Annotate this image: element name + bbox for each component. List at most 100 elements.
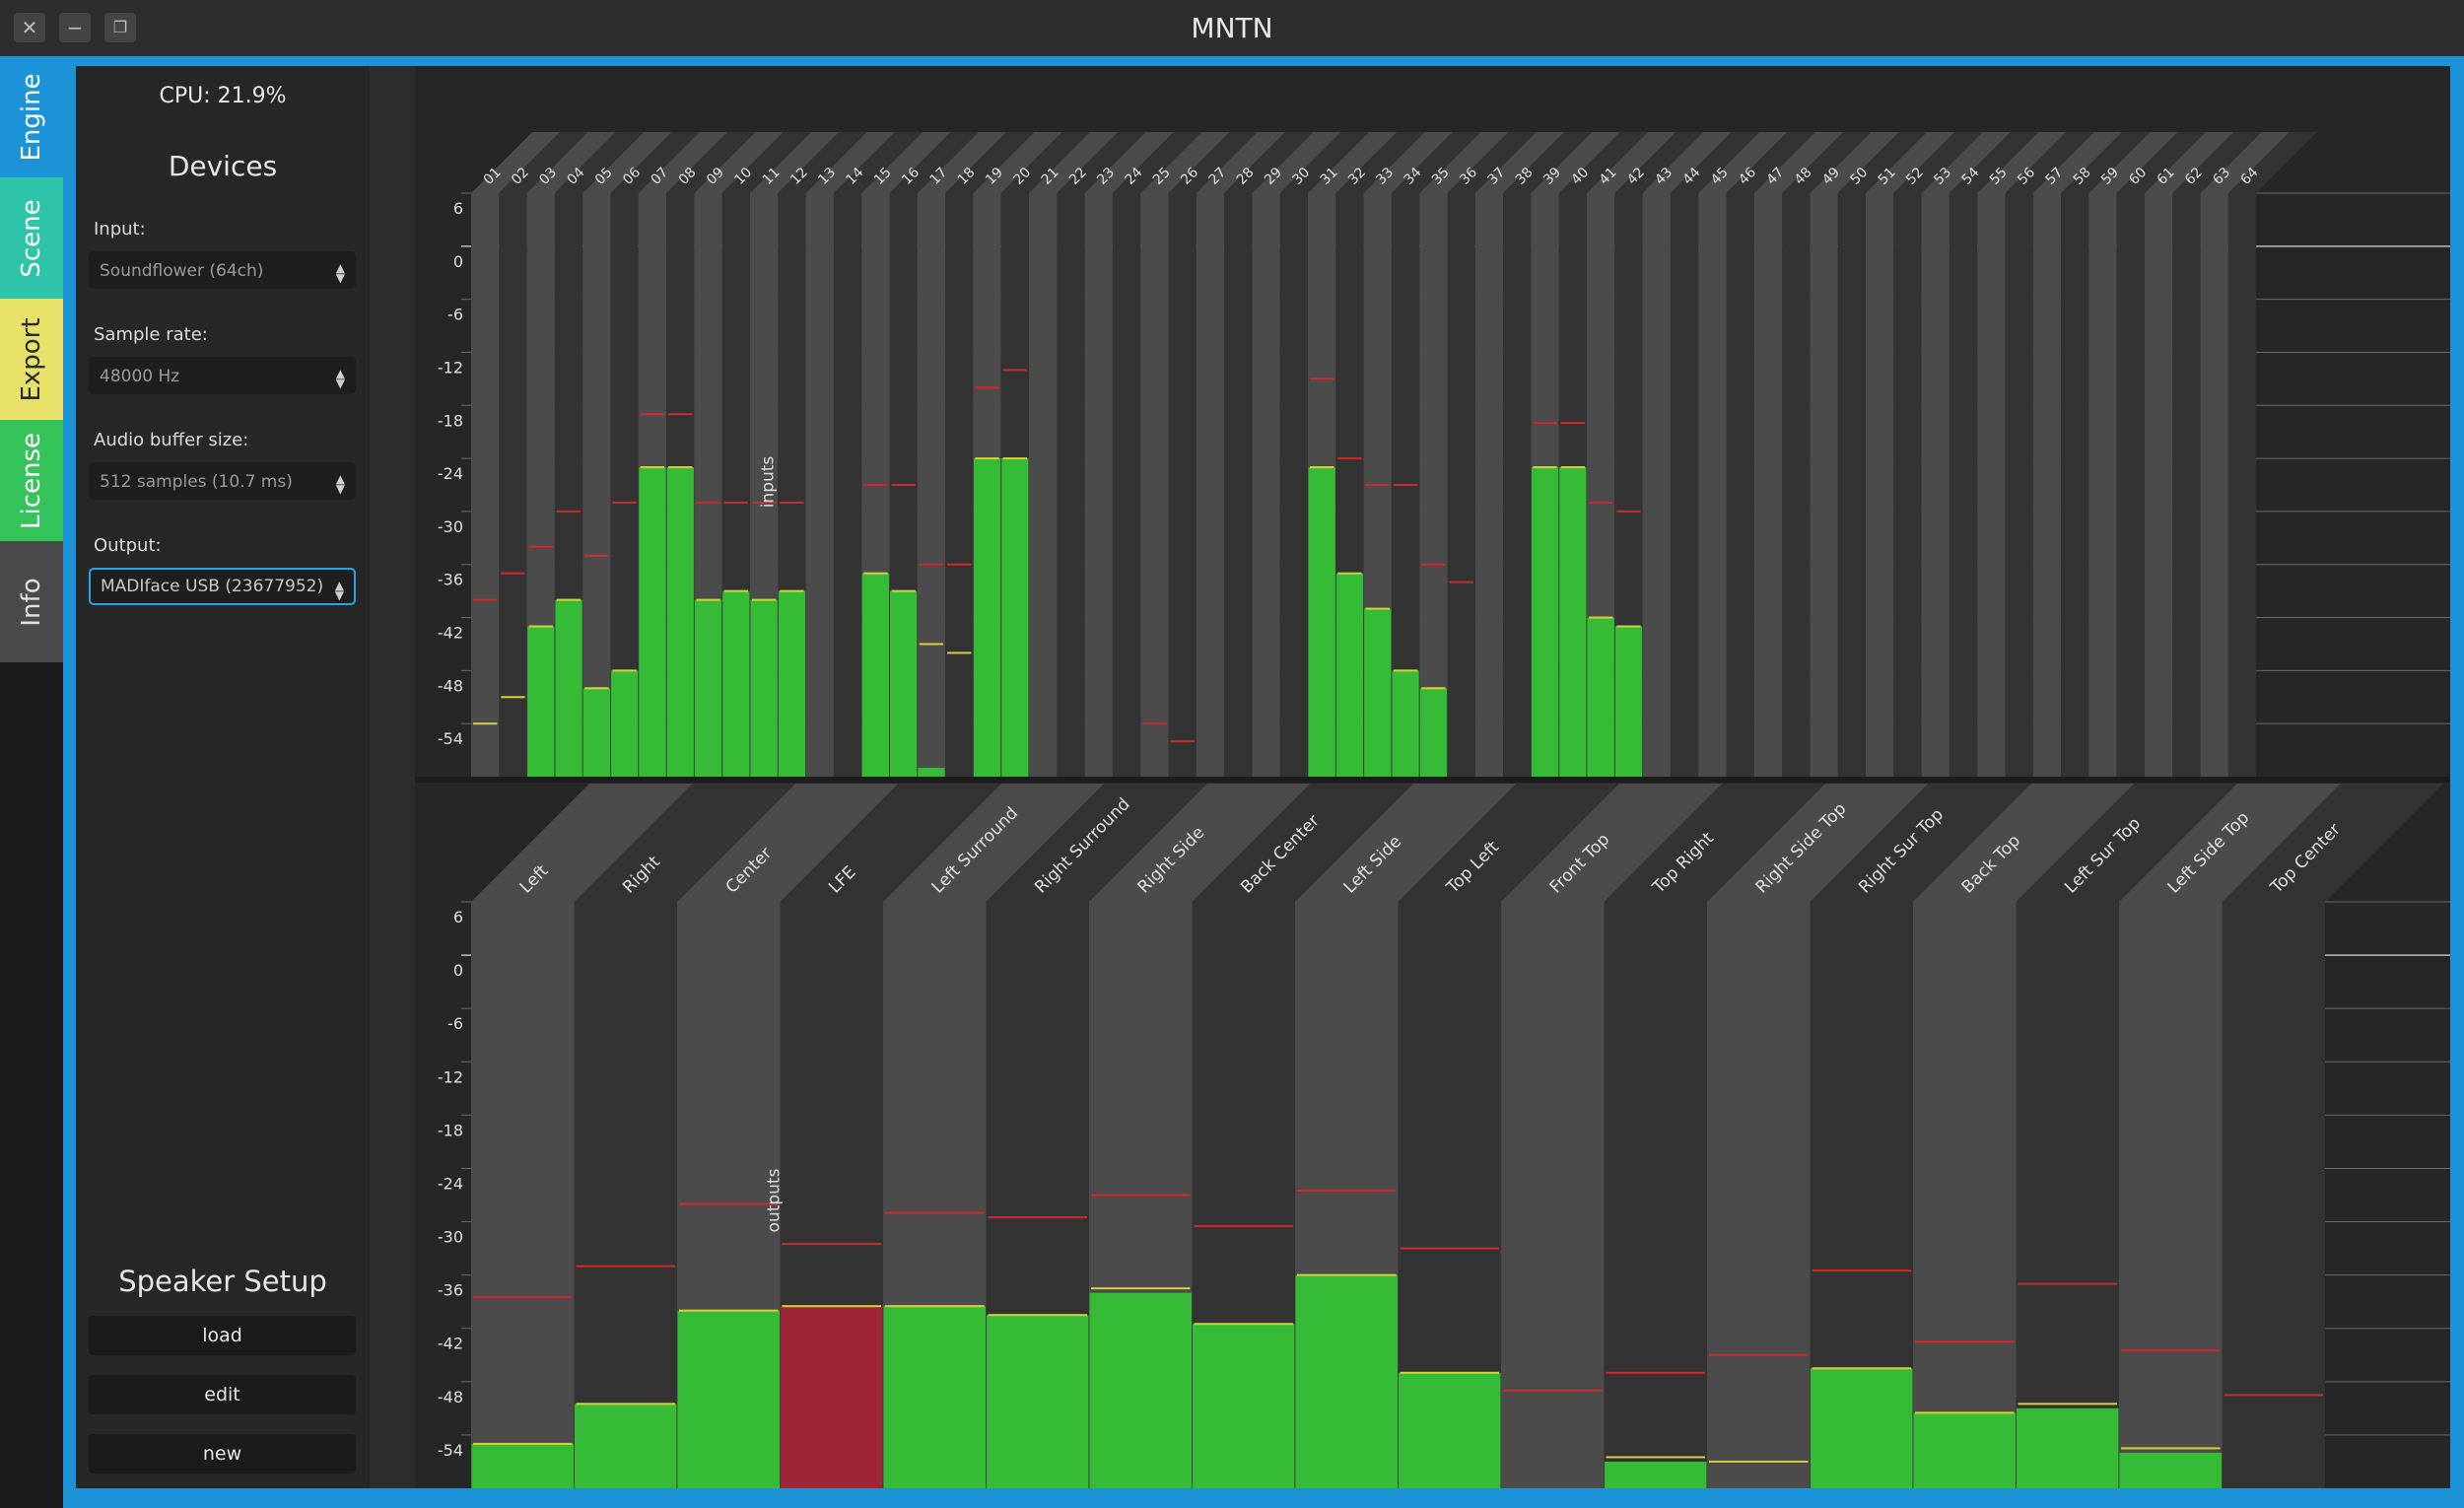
peak-hold-marker <box>1449 581 1473 583</box>
peak-hold-marker <box>668 413 693 416</box>
level-bar <box>1811 1368 1913 1488</box>
y-tick-label: -36 <box>438 571 463 589</box>
tab-engine[interactable]: Engine <box>0 56 63 177</box>
tab-scene[interactable]: Scene <box>0 177 63 299</box>
channel-strip <box>1029 193 1058 777</box>
tab-info[interactable]: Info <box>0 541 63 662</box>
channel-strip <box>2032 193 2062 777</box>
sample-rate-select[interactable]: 48000 Hz ▲ ▼ <box>89 357 356 394</box>
y-tick-label: -12 <box>438 1067 463 1086</box>
channel-strip <box>574 902 677 1488</box>
peak-marker <box>473 1442 573 1445</box>
peak-hold-marker <box>1560 422 1585 425</box>
buffer-size-value: 512 samples (10.7 ms) <box>100 472 293 492</box>
y-tick-label: 6 <box>453 199 463 218</box>
peak-marker <box>1393 669 1418 672</box>
peak-marker <box>679 1309 779 1312</box>
peak-hold-marker <box>1812 1269 1911 1272</box>
channel-strip <box>1782 193 1811 777</box>
peak-hold-marker <box>1616 510 1641 513</box>
peak-hold-marker <box>1002 369 1027 372</box>
level-bar <box>611 670 639 777</box>
y-tick-label: -18 <box>438 1121 463 1139</box>
y-tick-label: -54 <box>438 1441 463 1460</box>
output-label: Output: <box>94 535 162 556</box>
channel-strip <box>1503 193 1532 777</box>
tab-export[interactable]: Export <box>0 299 63 420</box>
peak-marker <box>473 722 498 725</box>
meters-area: 6 0 -6 -12 -18 -24 -30 -36 -42 -48 -54 01 02 03 04 05 06… <box>370 66 2450 1488</box>
peak-hold-marker <box>1365 484 1390 486</box>
channel-strip <box>1084 193 1113 777</box>
level-bar <box>1001 458 1029 777</box>
channel-strip <box>917 193 946 777</box>
channel-strip <box>1977 193 2006 777</box>
buffer-size-label: Audio buffer size: <box>94 430 249 450</box>
channel-strip <box>1474 193 1504 777</box>
peak-hold-marker <box>1589 501 1613 504</box>
peak-hold-marker <box>2018 1282 2117 1285</box>
channel-strip <box>1949 193 1978 777</box>
peak-marker <box>1533 466 1557 469</box>
peak-hold-marker <box>473 1296 573 1299</box>
peak-marker <box>696 598 720 601</box>
buffer-size-select[interactable]: 512 samples (10.7 ms) ▲ ▼ <box>89 462 356 500</box>
peak-marker <box>1589 616 1613 619</box>
channel-strip <box>1921 193 1950 777</box>
peak-hold-marker <box>1142 722 1167 725</box>
level-bar <box>582 688 610 777</box>
channel-strip <box>2227 193 2257 777</box>
new-button[interactable]: new <box>89 1434 356 1474</box>
peak-marker <box>668 466 693 469</box>
axis-gutter <box>370 66 415 1488</box>
peak-hold-marker <box>1170 740 1195 743</box>
outputs-axis-label: outputs <box>764 1168 785 1233</box>
window-title: MNTN <box>1191 12 1273 44</box>
peak-marker <box>723 589 748 592</box>
tab-engine-label: Engine <box>17 72 46 162</box>
load-button[interactable]: load <box>89 1316 356 1355</box>
peak-marker <box>584 687 609 690</box>
tab-license[interactable]: License <box>0 420 63 541</box>
channel-strip <box>1753 193 1783 777</box>
peak-hold-marker <box>2121 1349 2221 1352</box>
level-bar <box>1295 1274 1398 1488</box>
level-bar <box>555 599 582 777</box>
channel-strip <box>2222 902 2325 1488</box>
peak-marker <box>1421 687 1446 690</box>
channel-strip <box>1252 193 1280 777</box>
peak-marker <box>556 598 582 601</box>
input-label: Input: <box>94 219 146 240</box>
level-bar <box>1399 1372 1501 1488</box>
channel-strip <box>1501 902 1605 1488</box>
channel-strip <box>1224 193 1253 777</box>
peak-marker <box>1915 1411 2015 1414</box>
level-bar <box>890 590 918 777</box>
level-bar <box>1193 1324 1295 1488</box>
peak-marker <box>947 651 972 654</box>
output-select[interactable]: MADIface USB (23677952) ▲ ▼ <box>89 568 356 605</box>
channel-strip <box>2005 193 2033 777</box>
channel-strip <box>1810 193 1838 777</box>
peak-marker <box>1337 572 1362 575</box>
level-bar <box>2119 1452 2222 1488</box>
channel-strip <box>1112 193 1141 777</box>
peak-marker <box>1709 1460 1809 1463</box>
peak-marker <box>1365 607 1390 610</box>
y-tick-label: -30 <box>438 517 463 536</box>
level-bar <box>575 1404 677 1488</box>
peak-marker <box>780 589 804 592</box>
peak-hold-marker <box>885 1211 985 1214</box>
level-bar <box>883 1306 986 1488</box>
peak-hold-marker <box>1421 563 1446 566</box>
peak-marker <box>891 589 916 592</box>
y-tick-label: -36 <box>438 1281 463 1300</box>
edit-button[interactable]: edit <box>89 1375 356 1414</box>
peak-hold-marker <box>1091 1194 1191 1197</box>
y-tick-label: -24 <box>438 1174 463 1193</box>
tab-scene-label: Scene <box>17 198 46 278</box>
input-select[interactable]: Soundflower (64ch) ▲ ▼ <box>89 251 356 289</box>
channel-strip <box>2061 193 2089 777</box>
level-bar <box>987 1315 1089 1488</box>
channel-strip <box>471 193 500 777</box>
